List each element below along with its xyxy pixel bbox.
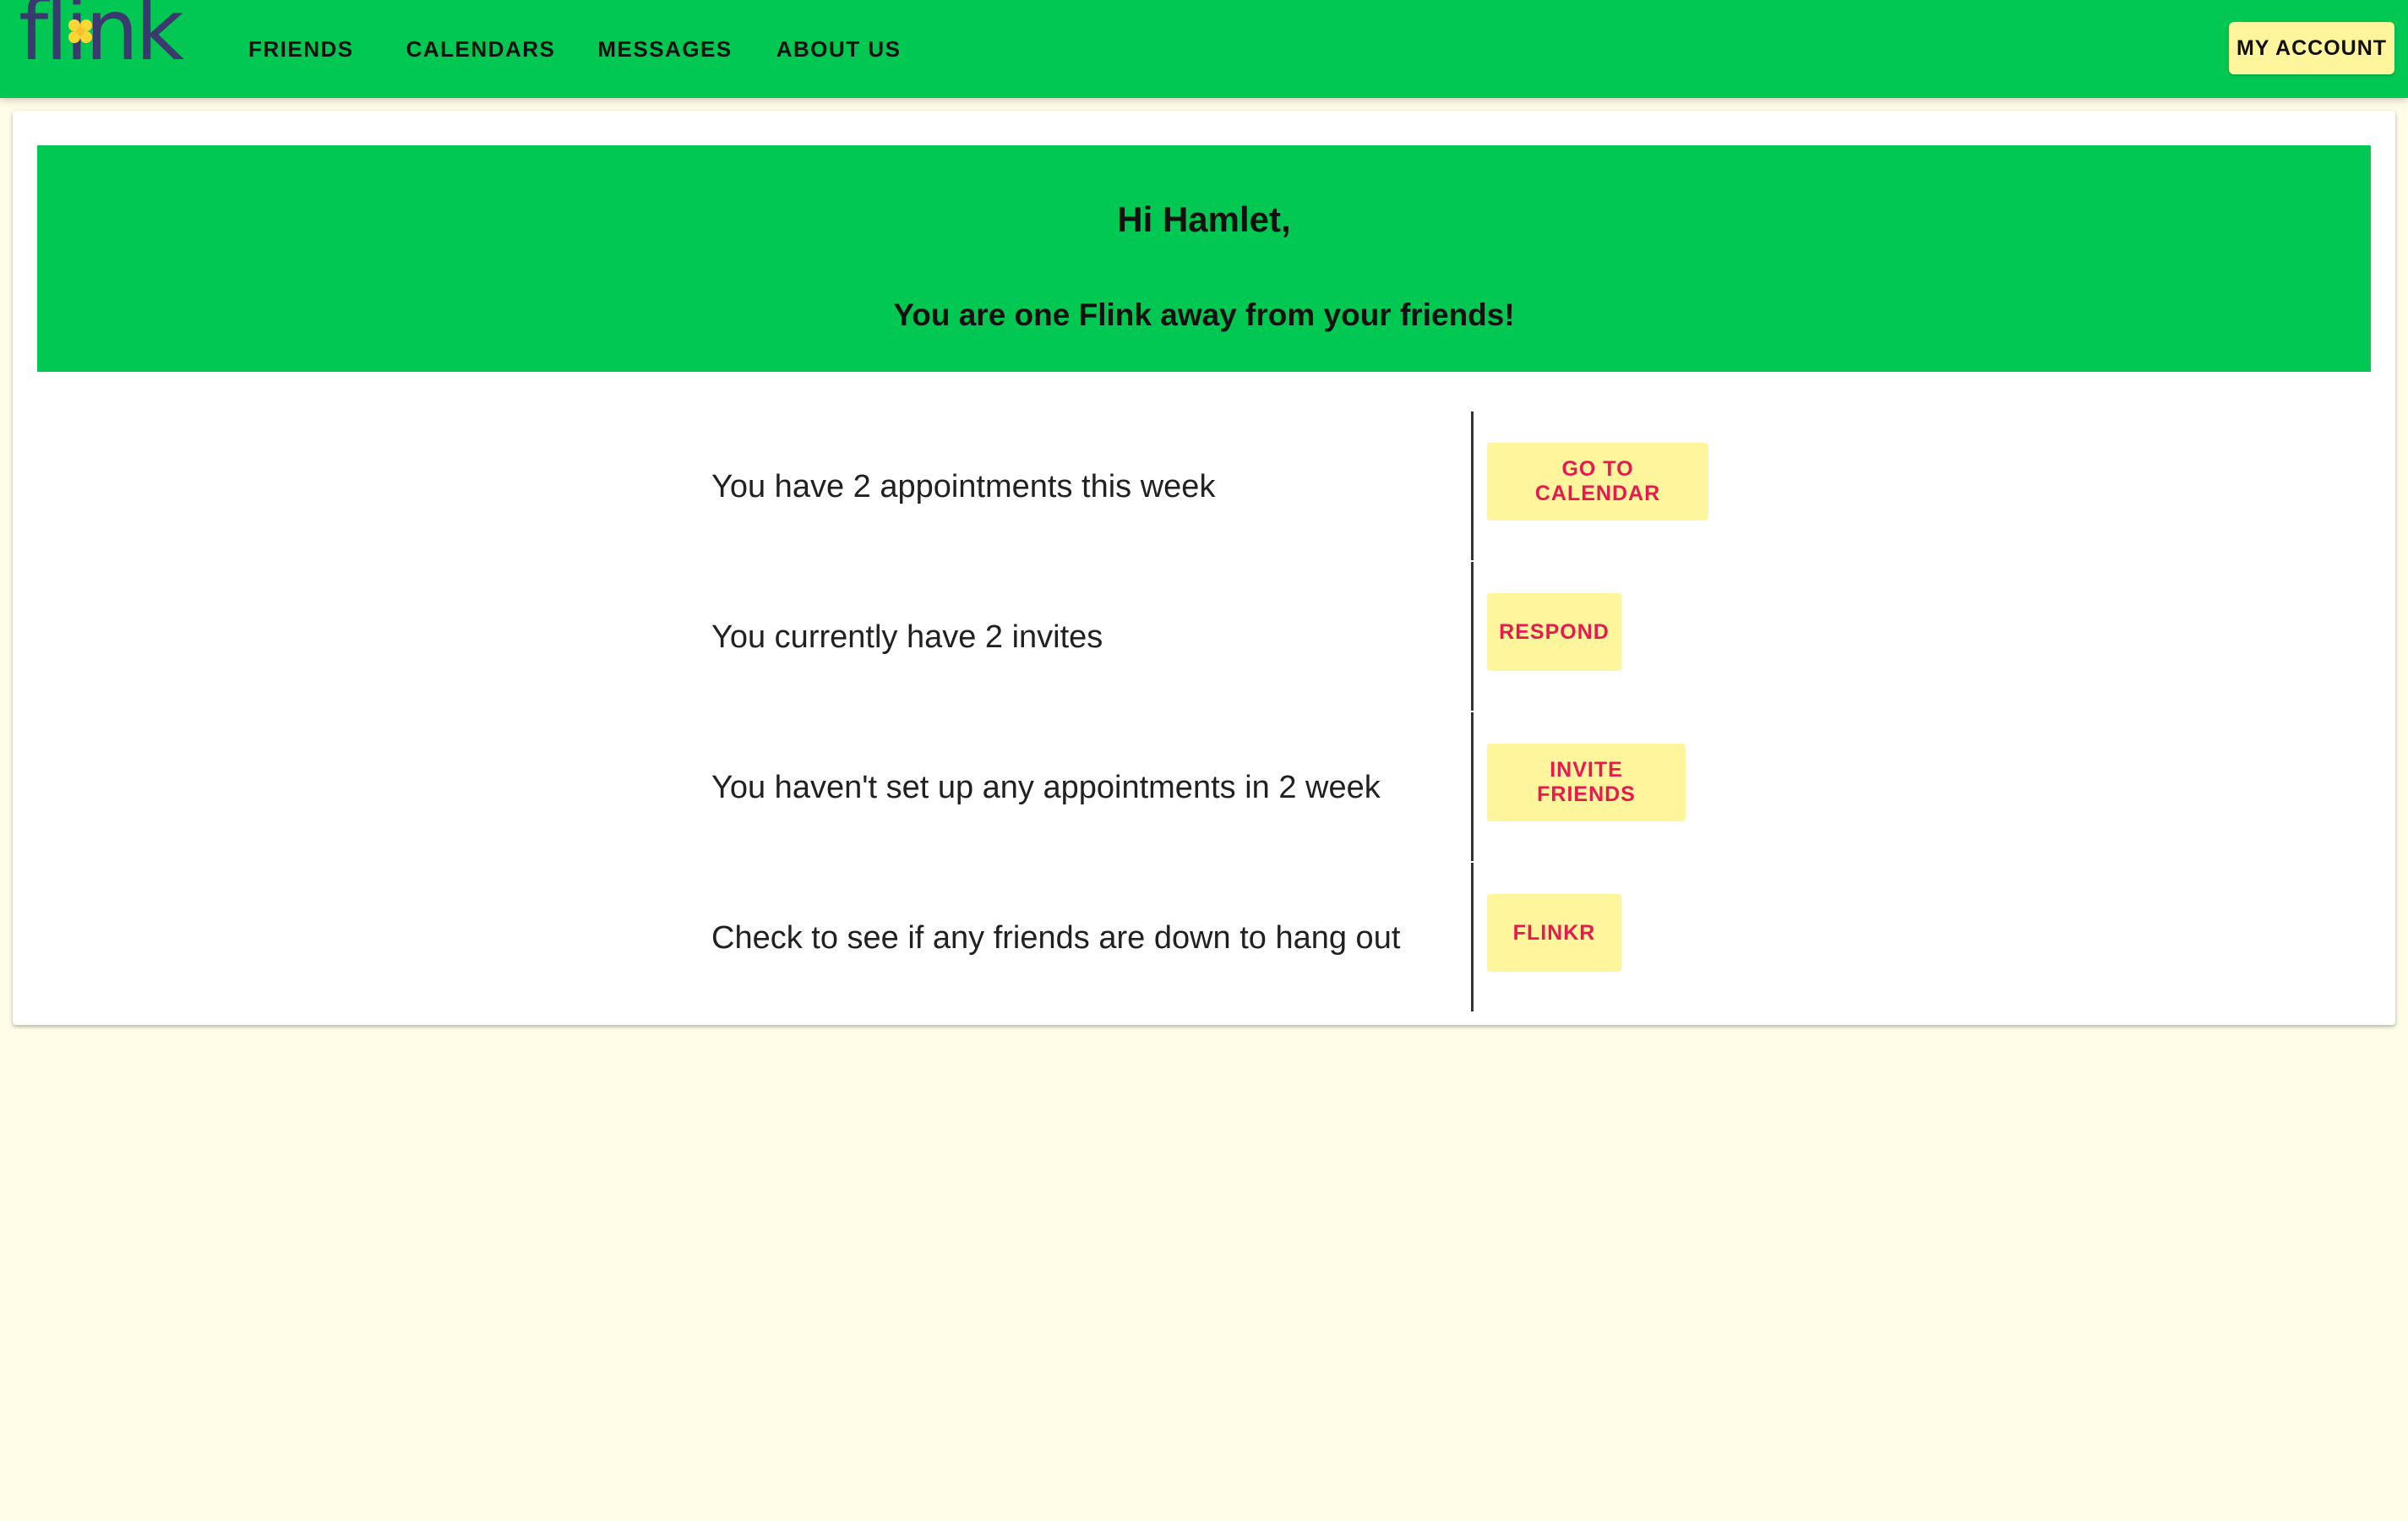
inactivity-summary-text: You haven't set up any appointments in 2… [711,769,1381,805]
flinkr-button[interactable]: FLINKR [1487,894,1621,972]
greeting-heading: Hi Hamlet, [1117,199,1291,239]
list-item: You currently have 2 invites RESPOND [13,562,2395,712]
logo-text: flink [19,0,184,79]
go-to-calendar-button[interactable]: GO TO CALENDAR [1487,443,1708,521]
nav-item-friends[interactable]: FRIENDS [248,36,354,63]
top-navbar: flink FRIENDS CALENDARS MESSAGES ABOUT U… [0,0,2408,98]
nav-item-calendars[interactable]: CALENDARS [406,36,556,63]
invites-summary-text: You currently have 2 invites [711,619,1103,655]
nav-item-about-us[interactable]: ABOUT US [776,36,902,63]
flink-logo[interactable]: flink [19,0,184,91]
summary-list: You have 2 appointments this week GO TO … [13,412,2395,1013]
my-account-button[interactable]: MY ACCOUNT [2229,22,2394,74]
row-divider [1471,562,1474,711]
row-divider [1471,712,1474,861]
row-divider [1471,412,1474,560]
list-item: You have 2 appointments this week GO TO … [13,412,2395,562]
list-item: Check to see if any friends are down to … [13,863,2395,1013]
appointments-summary-text: You have 2 appointments this week [711,468,1216,504]
tagline-text: You are one Flink away from your friends… [893,297,1515,332]
hangout-check-text: Check to see if any friends are down to … [711,919,1401,956]
respond-button[interactable]: RESPOND [1487,593,1621,671]
dashboard-card: Hi Hamlet, You are one Flink away from y… [13,111,2395,1025]
invite-friends-button[interactable]: INVITE FRIENDS [1487,744,1686,821]
nav-item-messages[interactable]: MESSAGES [597,36,732,63]
list-item: You haven't set up any appointments in 2… [13,712,2395,863]
nav-links: FRIENDS CALENDARS MESSAGES ABOUT US [248,0,902,98]
row-divider [1471,863,1474,1011]
flower-icon [68,19,92,43]
welcome-banner: Hi Hamlet, You are one Flink away from y… [37,145,2371,372]
